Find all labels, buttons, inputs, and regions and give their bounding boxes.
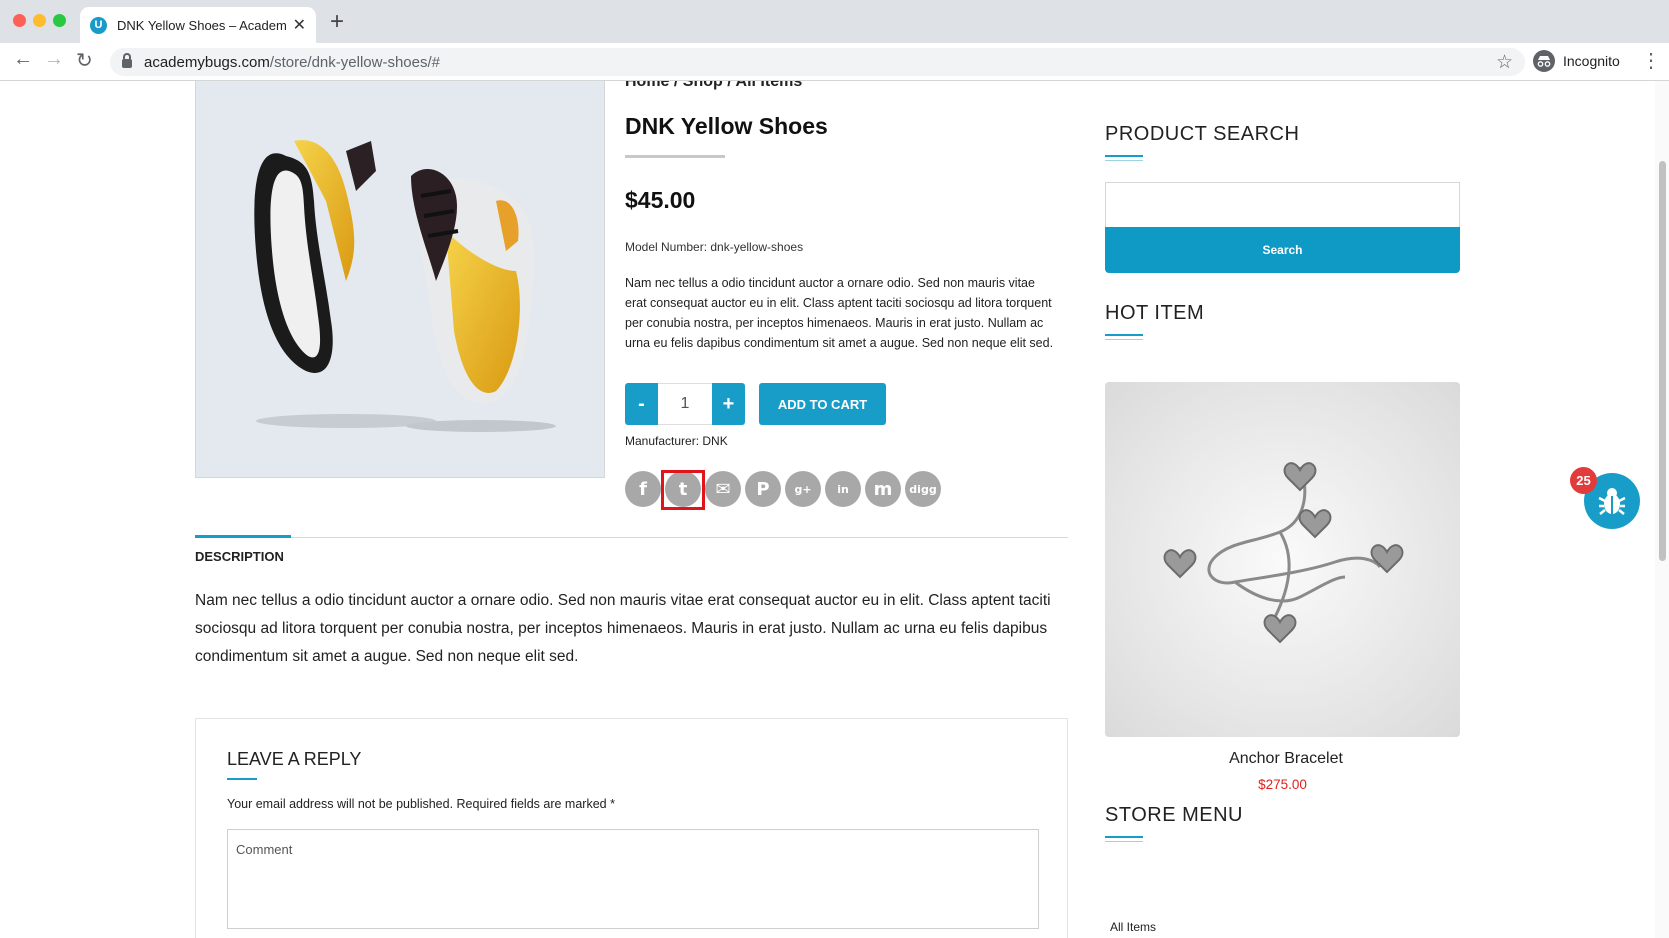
product-title: DNK Yellow Shoes <box>625 113 828 139</box>
hot-item-price: $275.00 <box>1258 777 1307 792</box>
email-icon[interactable]: ✉ <box>705 471 741 507</box>
store-menu-title: STORE MENU <box>1105 804 1243 826</box>
search-button[interactable]: Search <box>1105 227 1460 273</box>
forward-arrow-icon[interactable]: → <box>44 48 64 71</box>
store-menu-divider-light <box>1105 841 1143 842</box>
maximize-window-button[interactable] <box>53 14 66 27</box>
product-search-input[interactable] <box>1105 182 1460 228</box>
bug-icon <box>1598 488 1626 515</box>
title-divider <box>625 155 725 158</box>
incognito-icon <box>1533 50 1555 72</box>
new-tab-icon[interactable]: + <box>330 8 344 36</box>
quantity-decrease-button[interactable]: - <box>625 383 658 425</box>
tabs-divider <box>195 537 1068 538</box>
hot-item-divider-light <box>1105 339 1143 340</box>
product-price: $45.00 <box>625 187 696 213</box>
product-search-title: PRODUCT SEARCH <box>1105 123 1300 145</box>
tab-description[interactable]: DESCRIPTION <box>195 549 284 564</box>
back-arrow-icon[interactable]: ← <box>13 48 33 71</box>
incognito-profile[interactable]: Incognito <box>1533 46 1620 76</box>
reply-note: Your email address will not be published… <box>227 797 615 811</box>
bug-count-badge: 25 <box>1570 467 1597 494</box>
store-menu-item-all-items[interactable]: All Items <box>1110 920 1156 934</box>
hot-item-image[interactable] <box>1105 382 1460 737</box>
bookmark-star-icon[interactable]: ☆ <box>1496 51 1513 74</box>
url-path: /store/dnk-yellow-shoes/# <box>269 53 440 71</box>
short-description: Nam nec tellus a odio tincidunt auctor a… <box>625 276 1054 350</box>
web-page: Home / Shop / All Items DNK Yellow Shoes… <box>0 81 1669 938</box>
url-host: academybugs.com <box>144 53 270 71</box>
reply-title: LEAVE A REPLY <box>227 749 362 769</box>
manufacturer: Manufacturer: DNK <box>625 434 728 448</box>
store-menu-divider <box>1105 836 1143 838</box>
browser-tab[interactable]: U DNK Yellow Shoes – AcademyBugs ✕ <box>80 7 316 43</box>
quantity-input[interactable] <box>658 383 712 425</box>
product-search-divider <box>1105 155 1143 157</box>
add-to-cart-button[interactable]: ADD TO CART <box>759 383 886 425</box>
reply-form: LEAVE A REPLY Your email address will no… <box>195 718 1068 938</box>
tab-title: DNK Yellow Shoes – AcademyBugs <box>117 17 287 33</box>
reload-icon[interactable]: ↻ <box>76 48 93 73</box>
browser-toolbar: ← → ↻ academybugs.com/store/dnk-yellow-s… <box>0 43 1669 81</box>
page-scrollbar[interactable] <box>1655 81 1669 938</box>
hot-item-name[interactable]: Anchor Bracelet <box>1105 750 1467 768</box>
tab-close-icon[interactable]: ✕ <box>293 15 306 35</box>
browser-tab-strip: U DNK Yellow Shoes – AcademyBugs ✕ + <box>0 0 1669 43</box>
incognito-label: Incognito <box>1563 53 1620 69</box>
browser-menu-icon[interactable]: ⋮ <box>1641 48 1661 73</box>
linkedin-icon[interactable]: in <box>825 471 861 507</box>
active-tab-indicator <box>195 535 291 538</box>
quantity-stepper: - + <box>625 383 745 425</box>
comment-field[interactable]: Comment <box>227 829 1039 929</box>
reply-title-divider <box>227 778 257 780</box>
address-bar[interactable]: academybugs.com/store/dnk-yellow-shoes/#… <box>110 48 1525 76</box>
myspace-icon[interactable]: m <box>865 471 901 507</box>
scrollbar-thumb[interactable] <box>1659 161 1666 561</box>
lock-icon[interactable] <box>122 53 132 68</box>
product-search-divider-light <box>1105 160 1143 161</box>
minimize-window-button[interactable] <box>33 14 46 27</box>
hot-item-title: HOT ITEM <box>1105 302 1205 324</box>
twitter-highlight-box <box>661 470 705 510</box>
digg-icon[interactable]: digg <box>905 471 941 507</box>
google-plus-icon[interactable]: g+ <box>785 471 821 507</box>
close-window-button[interactable] <box>13 14 26 27</box>
description-text: Nam nec tellus a odio tincidunt auctor a… <box>195 592 1051 665</box>
model-number: Model Number: dnk-yellow-shoes <box>625 240 804 254</box>
facebook-icon[interactable]: f <box>625 471 661 507</box>
site-favicon-icon: U <box>90 16 107 34</box>
hot-item-divider <box>1105 334 1143 336</box>
quantity-increase-button[interactable]: + <box>712 383 745 425</box>
product-image[interactable] <box>195 81 605 478</box>
breadcrumb[interactable]: Home / Shop / All Items <box>625 81 802 91</box>
pinterest-icon[interactable]: P <box>745 471 781 507</box>
comment-placeholder: Comment <box>236 842 293 857</box>
